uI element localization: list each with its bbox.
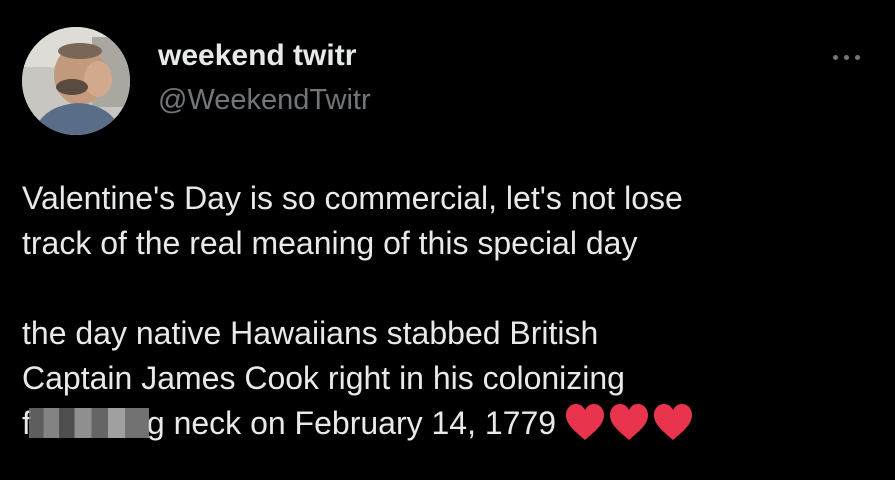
heart-emoji-group <box>564 402 696 454</box>
tweet-card: weekend twitr @WeekendTwitr Valentine's … <box>0 0 895 480</box>
tweet-line: Valentine's Day is so commercial, let's … <box>22 180 683 216</box>
more-horizontal-icon <box>843 54 849 60</box>
red-heart-icon <box>566 404 605 440</box>
profile-photo-icon <box>22 27 130 135</box>
more-horizontal-icon <box>832 54 838 60</box>
more-options-button[interactable] <box>826 42 866 72</box>
tweet-line: fg neck on February 14, 1779 <box>22 401 872 454</box>
user-handle[interactable]: @WeekendTwitr <box>158 82 371 118</box>
tweet-text: Valentine's Day is so commercial, let's … <box>22 176 872 454</box>
paragraph-break <box>22 266 872 311</box>
red-heart-icon <box>610 404 649 440</box>
red-heart-icon <box>654 404 693 440</box>
avatar[interactable] <box>22 27 130 135</box>
tweet-text-fragment: g neck on February 14, 1779 <box>146 405 557 441</box>
tweet-line: the day native Hawaiians stabbed British <box>22 315 599 351</box>
tweet-line: Captain James Cook right in his colonizi… <box>22 360 625 396</box>
censored-word-pixelation <box>28 408 149 438</box>
more-horizontal-icon <box>854 54 860 60</box>
tweet-line: track of the real meaning of this specia… <box>22 225 638 261</box>
display-name[interactable]: weekend twitr <box>158 38 356 74</box>
